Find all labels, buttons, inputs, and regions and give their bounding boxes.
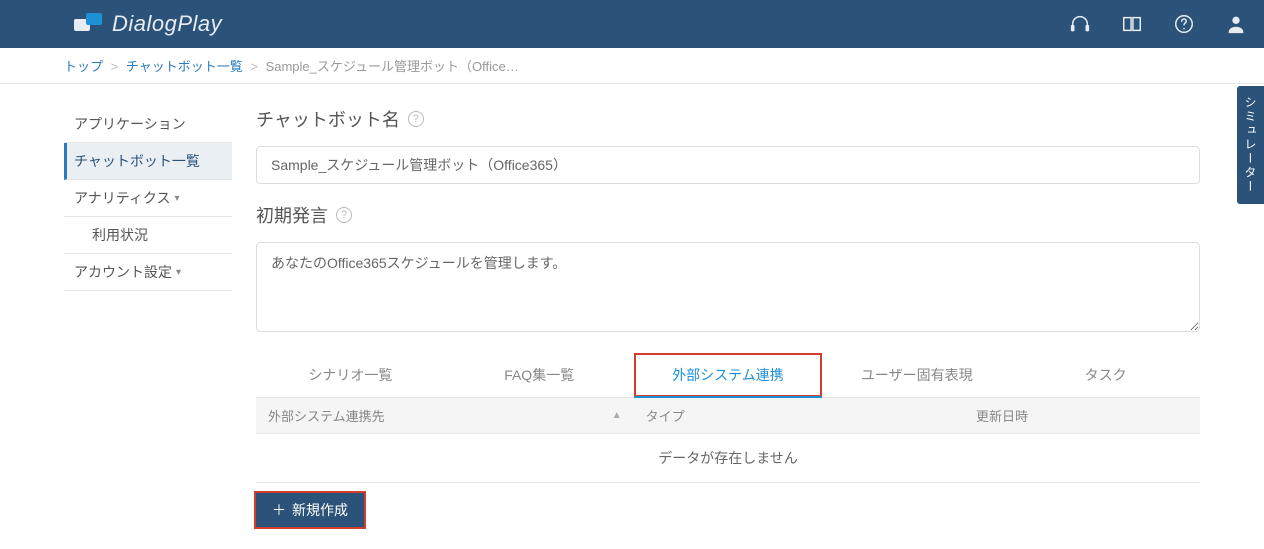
help-circle-icon[interactable]: ? bbox=[408, 111, 424, 127]
table-header: 外部システム連携先 ▲ タイプ 更新日時 bbox=[256, 398, 1200, 434]
external-system-table: 外部システム連携先 ▲ タイプ 更新日時 データが存在しません bbox=[256, 398, 1200, 483]
breadcrumb: トップ > チャットボット一覧 > Sample_スケジュール管理ボット（Off… bbox=[0, 48, 1264, 84]
sidebar-item-account[interactable]: アカウント設定 ▾ bbox=[64, 254, 232, 291]
column-destination[interactable]: 外部システム連携先 ▲ bbox=[256, 398, 634, 433]
help-icon[interactable] bbox=[1172, 12, 1196, 36]
sidebar-item-label: アプリケーション bbox=[74, 114, 186, 134]
column-label: 外部システム連携先 bbox=[268, 406, 385, 425]
brand-name: DialogPlay bbox=[112, 11, 222, 37]
sidebar-item-usage[interactable]: 利用状況 bbox=[64, 217, 232, 254]
chevron-right-icon: > bbox=[250, 59, 258, 74]
column-label: 更新日時 bbox=[976, 406, 1028, 425]
help-circle-icon[interactable]: ? bbox=[336, 207, 352, 223]
tabs: シナリオ一覧 FAQ集一覧 外部システム連携 ユーザー固有表現 タスク bbox=[256, 353, 1200, 398]
initial-utterance-label: 初期発言 ? bbox=[256, 202, 1200, 228]
brand[interactable]: DialogPlay bbox=[74, 11, 222, 37]
simulator-side-tab[interactable]: シミュレーター bbox=[1237, 86, 1264, 204]
main-content: チャットボット名 ? 初期発言 ? シナリオ一覧 FAQ集一覧 外部システム連携… bbox=[256, 106, 1200, 527]
sidebar: アプリケーション チャットボット一覧 アナリティクス ▾ 利用状況 アカウント設… bbox=[64, 106, 232, 527]
sidebar-item-label: アナリティクス bbox=[74, 188, 170, 208]
caret-down-icon: ▾ bbox=[174, 193, 179, 204]
book-icon[interactable] bbox=[1120, 12, 1144, 36]
sidebar-item-application[interactable]: アプリケーション bbox=[64, 106, 232, 143]
caret-down-icon: ▾ bbox=[176, 267, 181, 278]
sidebar-item-label: 利用状況 bbox=[92, 227, 148, 243]
tab-task[interactable]: タスク bbox=[1011, 353, 1200, 397]
new-button-label: 新規作成 bbox=[292, 500, 348, 520]
sidebar-item-analytics[interactable]: アナリティクス ▾ bbox=[64, 180, 232, 217]
chatbot-name-label: チャットボット名 ? bbox=[256, 106, 1200, 132]
label-text: チャットボット名 bbox=[256, 106, 400, 132]
tab-external-system[interactable]: 外部システム連携 bbox=[634, 353, 823, 397]
breadcrumb-list[interactable]: チャットボット一覧 bbox=[126, 59, 243, 74]
new-button[interactable]: ＋ 新規作成 bbox=[256, 493, 364, 527]
tab-user-expression[interactable]: ユーザー固有表現 bbox=[822, 353, 1011, 397]
breadcrumb-current: Sample_スケジュール管理ボット（Office… bbox=[266, 59, 519, 74]
column-updated[interactable]: 更新日時 bbox=[964, 398, 1200, 433]
chatbot-name-input[interactable] bbox=[256, 146, 1200, 184]
sidebar-item-label: チャットボット一覧 bbox=[74, 151, 200, 171]
column-label: タイプ bbox=[646, 406, 685, 425]
initial-utterance-textarea[interactable] bbox=[256, 242, 1200, 332]
headset-icon[interactable] bbox=[1068, 12, 1092, 36]
sidebar-item-label: アカウント設定 bbox=[74, 262, 172, 282]
breadcrumb-top[interactable]: トップ bbox=[64, 59, 103, 74]
header-icons bbox=[1068, 12, 1248, 36]
sidebar-item-chatbot-list[interactable]: チャットボット一覧 bbox=[64, 143, 232, 180]
tab-scenario[interactable]: シナリオ一覧 bbox=[256, 353, 445, 397]
user-icon[interactable] bbox=[1224, 12, 1248, 36]
plus-icon: ＋ bbox=[272, 500, 286, 520]
column-type[interactable]: タイプ bbox=[634, 398, 964, 433]
table-empty-message: データが存在しません bbox=[256, 434, 1200, 483]
app-header: DialogPlay bbox=[0, 0, 1264, 48]
label-text: 初期発言 bbox=[256, 202, 328, 228]
chevron-right-icon: > bbox=[111, 59, 119, 74]
brand-logo-icon bbox=[74, 13, 102, 35]
tab-faq[interactable]: FAQ集一覧 bbox=[445, 353, 634, 397]
sort-asc-icon: ▲ bbox=[612, 410, 622, 421]
